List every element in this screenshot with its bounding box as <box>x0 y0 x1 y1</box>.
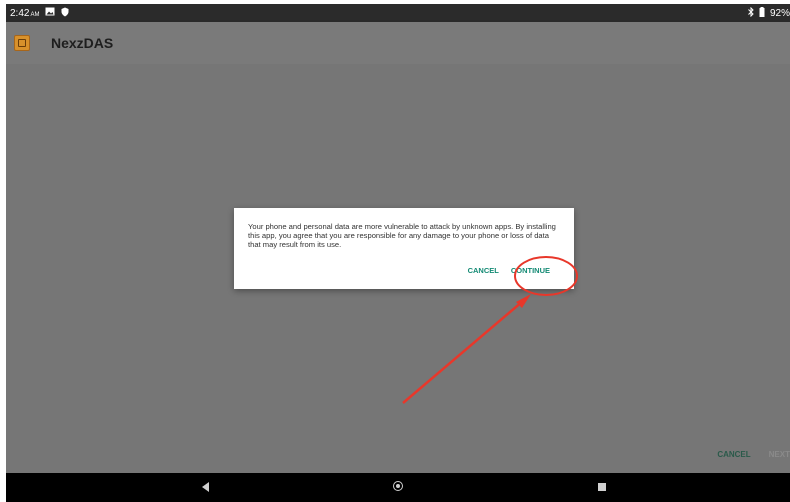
bottom-actions: CANCEL NEXT <box>717 450 790 466</box>
back-icon[interactable] <box>202 482 209 492</box>
app-icon <box>14 35 30 51</box>
navigation-bar <box>6 473 790 502</box>
image-icon <box>45 7 55 19</box>
install-warning-dialog: Your phone and personal data are more vu… <box>234 208 574 289</box>
app-title: NexzDAS <box>51 35 114 51</box>
app-bar: NexzDAS <box>6 22 790 64</box>
home-icon[interactable] <box>393 481 403 491</box>
status-bar: 2:42AM 92% <box>6 4 790 22</box>
battery-percent: 92% <box>769 7 790 19</box>
shield-icon <box>61 7 69 20</box>
dialog-buttons: CANCEL CONTINUE <box>468 266 550 275</box>
status-time: 2:42AM <box>10 7 40 19</box>
bottom-cancel-button[interactable]: CANCEL <box>717 450 750 466</box>
bottom-next-button[interactable]: NEXT <box>769 450 790 466</box>
dialog-message: Your phone and personal data are more vu… <box>248 222 556 249</box>
recents-icon[interactable] <box>598 483 606 491</box>
bluetooth-icon <box>748 6 754 20</box>
battery-icon <box>759 6 765 20</box>
dialog-cancel-button[interactable]: CANCEL <box>468 266 499 275</box>
dialog-continue-button[interactable]: CONTINUE <box>511 266 550 275</box>
device-screen: 2:42AM 92% NexzDAS CANCEL NEXT Your phon… <box>6 4 790 502</box>
